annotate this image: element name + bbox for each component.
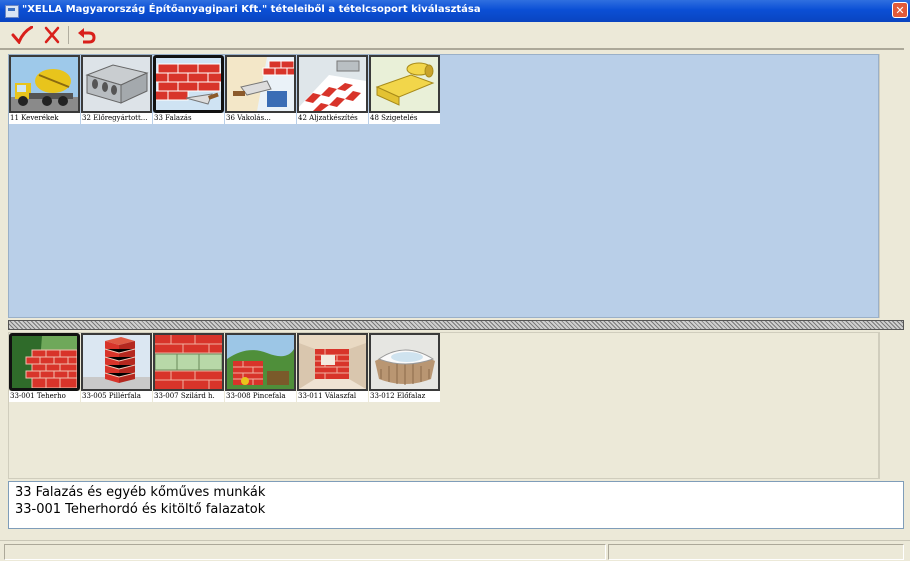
group-tile-11[interactable]: 11 Keverékek bbox=[9, 55, 80, 124]
window-edge bbox=[904, 48, 910, 540]
subgroup-tile-33-011[interactable]: 33-011 Válaszfal bbox=[297, 333, 368, 402]
window-title: "XELLA Magyarország Építőanyagipari Kft.… bbox=[22, 4, 481, 15]
subgroup-caption: 33-011 Válaszfal bbox=[297, 391, 368, 402]
group-caption: 11 Keverékek bbox=[9, 113, 80, 124]
group-pane-side bbox=[879, 54, 905, 318]
floor-tiles-icon bbox=[297, 55, 368, 113]
subgroup-tile-33-007[interactable]: 33-007 Szilárd h. bbox=[153, 333, 224, 402]
precast-elements-icon bbox=[81, 55, 152, 113]
basement-wall-icon bbox=[225, 333, 296, 391]
subgroup-caption: 33-005 Pillérfala bbox=[81, 391, 152, 402]
description-line-group: 33 Falazás és egyéb kőműves munkák bbox=[15, 485, 266, 500]
group-caption: 32 Előregyártott... bbox=[81, 113, 152, 124]
back-button[interactable] bbox=[74, 24, 98, 46]
brick-wall-garden-icon bbox=[9, 333, 80, 391]
subgroup-tile-33-008[interactable]: 33-008 Pincefala bbox=[225, 333, 296, 402]
subgroup-tiles: 33-001 Teherho 33-005 Pillérfala 33-007 … bbox=[9, 333, 441, 402]
group-caption: 33 Falazás bbox=[153, 113, 224, 124]
cancel-button[interactable] bbox=[40, 24, 64, 46]
subgroup-pane-side bbox=[879, 332, 905, 479]
toolbar-divider bbox=[0, 48, 910, 50]
status-bar bbox=[0, 540, 910, 561]
plastering-icon bbox=[225, 55, 296, 113]
group-pane[interactable]: 11 Keverékek 32 Előregyártott... 33 Fala… bbox=[8, 54, 879, 318]
group-tile-33[interactable]: 33 Falazás bbox=[153, 55, 224, 124]
group-tile-36[interactable]: 36 Vakolás... bbox=[225, 55, 296, 124]
description-box: 33 Falazás és egyéb kőműves munkák 33-00… bbox=[8, 481, 904, 529]
insulation-rolls-icon bbox=[369, 55, 440, 113]
group-caption: 48 Szigetelés bbox=[369, 113, 440, 124]
status-cell bbox=[608, 544, 904, 560]
pane-splitter[interactable] bbox=[8, 320, 904, 330]
group-tiles: 11 Keverékek 32 Előregyártott... 33 Fala… bbox=[9, 55, 441, 124]
group-tile-32[interactable]: 32 Előregyártott... bbox=[81, 55, 152, 124]
block-wall-icon bbox=[153, 333, 224, 391]
subgroup-caption: 33-001 Teherho bbox=[9, 391, 80, 402]
description-line-subgroup: 33-001 Teherhordó és kitöltő falazatok bbox=[15, 502, 266, 517]
group-caption: 36 Vakolás... bbox=[225, 113, 296, 124]
facing-wall-bath-icon bbox=[369, 333, 440, 391]
subgroup-tile-33-005[interactable]: 33-005 Pillérfala bbox=[81, 333, 152, 402]
toolbar-separator bbox=[68, 26, 69, 44]
group-tile-42[interactable]: 42 Aljzatkészítés bbox=[297, 55, 368, 124]
group-tile-48[interactable]: 48 Szigetelés bbox=[369, 55, 440, 124]
brick-pillar-icon bbox=[81, 333, 152, 391]
x-icon bbox=[44, 26, 60, 44]
window-app-icon bbox=[5, 5, 19, 18]
close-button[interactable]: ✕ bbox=[892, 2, 908, 18]
partition-wall-icon bbox=[297, 333, 368, 391]
group-caption: 42 Aljzatkészítés bbox=[297, 113, 368, 124]
title-bar: "XELLA Magyarország Építőanyagipari Kft.… bbox=[0, 0, 910, 22]
toolbar bbox=[0, 22, 910, 48]
checkmark-icon bbox=[11, 26, 33, 44]
undo-arrow-icon bbox=[78, 28, 96, 44]
subgroup-tile-33-001[interactable]: 33-001 Teherho bbox=[9, 333, 80, 402]
ok-button[interactable] bbox=[10, 24, 34, 46]
status-cell bbox=[4, 544, 606, 560]
subgroup-tile-33-012[interactable]: 33-012 Előfalaz bbox=[369, 333, 440, 402]
concrete-mixer-icon bbox=[9, 55, 80, 113]
subgroup-caption: 33-012 Előfalaz bbox=[369, 391, 440, 402]
subgroup-caption: 33-007 Szilárd h. bbox=[153, 391, 224, 402]
subgroup-caption: 33-008 Pincefala bbox=[225, 391, 296, 402]
subgroup-pane[interactable]: 33-001 Teherho 33-005 Pillérfala 33-007 … bbox=[8, 332, 879, 479]
brick-wall-trowel-icon bbox=[153, 55, 224, 113]
